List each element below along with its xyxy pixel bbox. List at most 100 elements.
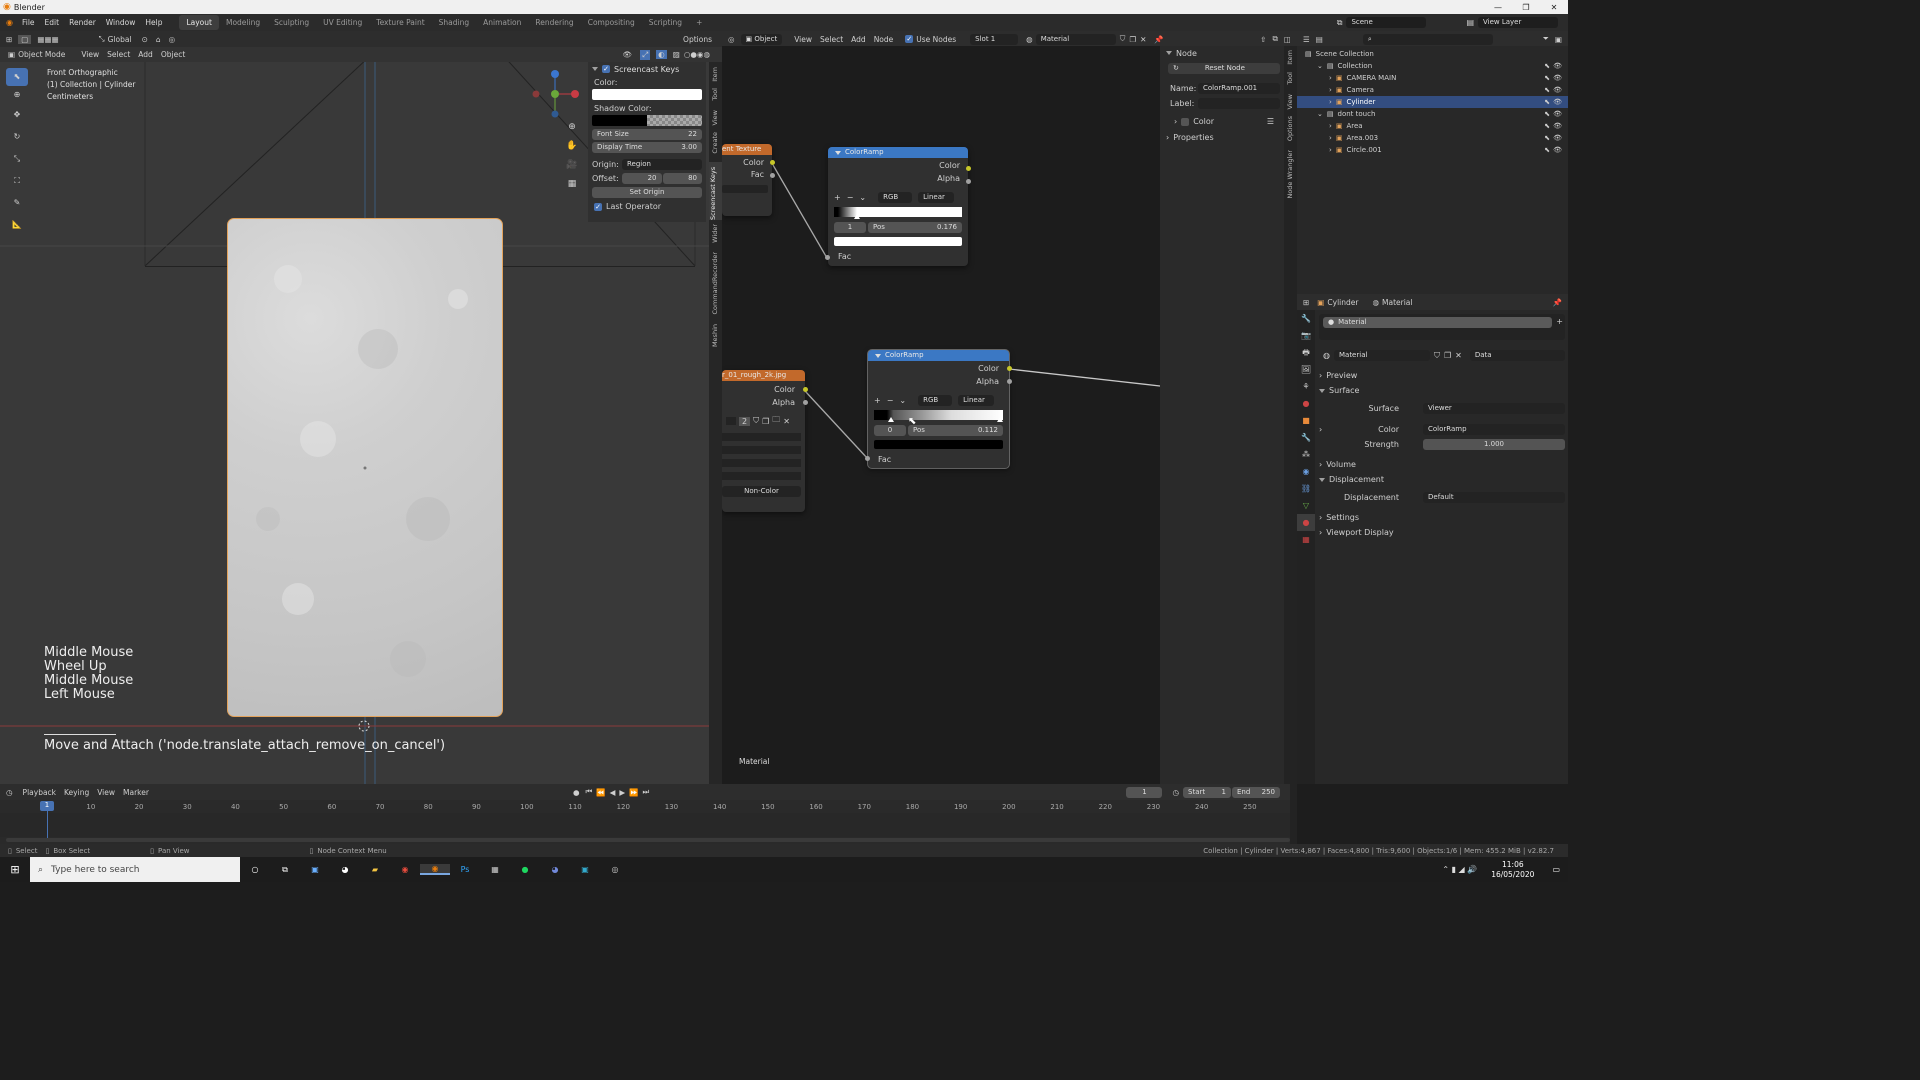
expand-right-icon[interactable]: › xyxy=(1329,144,1332,156)
node-menu-select[interactable]: Select xyxy=(816,35,847,44)
strength-field[interactable]: 1.000 xyxy=(1423,439,1565,450)
selectable-icon[interactable]: ⬉ xyxy=(1544,72,1550,84)
fac-input-socket[interactable] xyxy=(865,456,870,461)
play-reverse-icon[interactable]: ◀ xyxy=(610,788,616,797)
view-layer-tab-icon[interactable]: 🖼 xyxy=(1297,361,1315,378)
image-users-count[interactable]: 2 xyxy=(739,416,751,426)
modifier-tab-icon[interactable]: 🔧 xyxy=(1297,429,1315,446)
selectable-icon[interactable]: ⬉ xyxy=(1544,96,1550,108)
expand-right-icon[interactable]: › xyxy=(1329,96,1332,108)
color-mode-selector[interactable]: RGB xyxy=(918,395,953,406)
chevron-down-icon[interactable] xyxy=(1319,388,1325,393)
expand-icon[interactable]: ⌄ xyxy=(1317,108,1323,120)
menu-keying[interactable]: Keying xyxy=(60,788,93,797)
material-selector[interactable]: Material xyxy=(1035,33,1116,45)
node-label-field[interactable] xyxy=(1198,98,1280,109)
start-frame-field[interactable]: Start 1 xyxy=(1183,786,1231,798)
cylinder-object[interactable] xyxy=(227,218,503,717)
image-texture-node[interactable]: r_01_rough_2k.jpg Color Alpha 2 ⛉ ❐ 🗀 ✕ … xyxy=(722,370,808,512)
object-tab-icon[interactable]: ■ xyxy=(1297,412,1315,429)
duplicate-icon[interactable]: ❐ xyxy=(762,417,769,426)
jump-start-icon[interactable]: ⏮ xyxy=(586,787,593,797)
alpha-output-socket[interactable] xyxy=(1007,379,1012,384)
chevron-right-icon[interactable]: › xyxy=(1166,133,1169,142)
visibility-icon[interactable]: 👁 xyxy=(623,50,633,59)
display-mode-icon[interactable]: ▤ xyxy=(1316,35,1323,44)
selectable-icon[interactable]: ⬉ xyxy=(1544,144,1550,156)
expand-right-icon[interactable]: › xyxy=(1329,84,1332,96)
spotify-icon[interactable]: ● xyxy=(510,865,540,874)
displacement-selector[interactable]: Default xyxy=(1423,492,1565,503)
gradient-bar[interactable] xyxy=(874,410,1003,422)
visibility-eye-icon[interactable]: 👁 xyxy=(1553,132,1562,144)
mode-selector[interactable]: Object Mode xyxy=(18,50,65,59)
material-slot-list[interactable]: ● Material + xyxy=(1319,314,1565,340)
material-browse-icon[interactable]: ◍ xyxy=(1323,351,1330,360)
volume-section[interactable]: Volume xyxy=(1326,460,1356,469)
visibility-eye-icon[interactable]: 👁 xyxy=(1553,60,1562,72)
task-view-icon[interactable]: ⧉ xyxy=(270,865,300,875)
node-editor[interactable]: ent Texture Color Fac ColorRamp Color Al… xyxy=(722,46,1160,784)
color-output-socket[interactable] xyxy=(966,166,971,171)
tab-compositing[interactable]: Compositing xyxy=(581,15,642,30)
play-icon[interactable]: ▶ xyxy=(619,788,625,797)
scale-tool-icon[interactable]: ⤡ xyxy=(6,154,28,176)
snap-node-icon[interactable]: ⧉ xyxy=(1273,34,1278,44)
tab-item[interactable]: Item xyxy=(1286,50,1294,65)
color-stop[interactable] xyxy=(854,214,861,219)
app-icon[interactable]: ◎ xyxy=(600,865,630,874)
playhead-frame[interactable]: 1 xyxy=(40,801,54,811)
slot-add-icon[interactable]: + xyxy=(1556,317,1563,326)
editor-type-icon[interactable]: ⊞ xyxy=(6,35,12,44)
view-layer-selector[interactable]: View Layer xyxy=(1478,17,1558,28)
outliner-type-icon[interactable]: ☰ xyxy=(1303,35,1310,44)
color-input-selector[interactable]: ColorRamp xyxy=(1423,424,1565,435)
menu-marker[interactable]: Marker xyxy=(119,788,153,797)
add-workspace-button[interactable]: + xyxy=(689,15,709,30)
preview-range-icon[interactable]: ◷ xyxy=(1172,788,1179,797)
color-space-selector[interactable]: Non-Color xyxy=(722,486,801,497)
3d-viewport[interactable]: Front Orthographic (1) Collection | Cyli… xyxy=(0,62,709,784)
offset-y-field[interactable]: 80 xyxy=(662,173,702,184)
surface-shader-selector[interactable]: Viewer xyxy=(1423,403,1565,414)
color-swatch[interactable] xyxy=(592,89,702,100)
data-tab-icon[interactable]: ▽ xyxy=(1297,497,1315,514)
stop-color-swatch[interactable] xyxy=(874,440,1003,449)
overlay-toggle-icon[interactable]: ◐ xyxy=(656,50,667,59)
node-editor-type-icon[interactable]: ◎ xyxy=(728,35,735,44)
selectable-icon[interactable]: ⬉ xyxy=(1544,132,1550,144)
physics-tab-icon[interactable]: ◉ xyxy=(1297,463,1315,480)
surface-section[interactable]: Surface xyxy=(1329,386,1359,395)
visibility-eye-icon[interactable]: 👁 xyxy=(1553,96,1562,108)
outliner-row[interactable]: ⌄ ▤ Collection 👁 ⬉ xyxy=(1297,60,1568,72)
select-tool-icon[interactable]: ⬉ xyxy=(6,68,28,86)
image-name-field[interactable] xyxy=(726,417,736,425)
fake-user-icon[interactable]: ⛉ xyxy=(1434,351,1440,361)
interpolation-selector[interactable]: Linear xyxy=(958,395,995,406)
chevron-right-icon[interactable]: › xyxy=(1319,513,1322,522)
selectable-icon[interactable]: ⬉ xyxy=(1544,84,1550,96)
outliner-row[interactable]: › ▣ Area 👁 ⬉ xyxy=(1297,120,1568,132)
constraints-tab-icon[interactable]: ⛓ xyxy=(1297,480,1315,497)
timeline-menu-view[interactable]: View xyxy=(93,788,119,797)
snap-icon[interactable]: ⌂ xyxy=(156,35,161,44)
chevron-down-icon[interactable] xyxy=(1319,477,1325,482)
dropdown-field[interactable] xyxy=(722,446,801,454)
shader-type-selector[interactable]: ▣ Object xyxy=(740,33,783,45)
unlink-icon[interactable]: ✕ xyxy=(1140,35,1146,44)
tab-tool[interactable]: Tool xyxy=(1286,72,1294,85)
tab-item[interactable]: Item xyxy=(711,67,719,82)
visibility-eye-icon[interactable]: 👁 xyxy=(1553,120,1562,132)
tab-animation[interactable]: Animation xyxy=(476,15,528,30)
timeline-ruler[interactable]: 1102030405060708090100110120130140150160… xyxy=(0,801,1290,813)
chrome-icon[interactable]: ◉ xyxy=(390,865,420,874)
chevron-right-icon[interactable]: › xyxy=(1319,371,1322,380)
maximize-button[interactable]: ❐ xyxy=(1512,3,1540,12)
shadow-color-swatch[interactable] xyxy=(592,115,702,126)
node-menu-node[interactable]: Node xyxy=(870,35,898,44)
material-tab-icon[interactable]: ● xyxy=(1297,514,1315,531)
calculator-icon[interactable]: ▦ xyxy=(480,865,510,874)
menu-help[interactable]: Help xyxy=(140,18,167,27)
end-frame-field[interactable]: End 250 xyxy=(1232,786,1280,798)
tab-modeling[interactable]: Modeling xyxy=(219,15,267,30)
